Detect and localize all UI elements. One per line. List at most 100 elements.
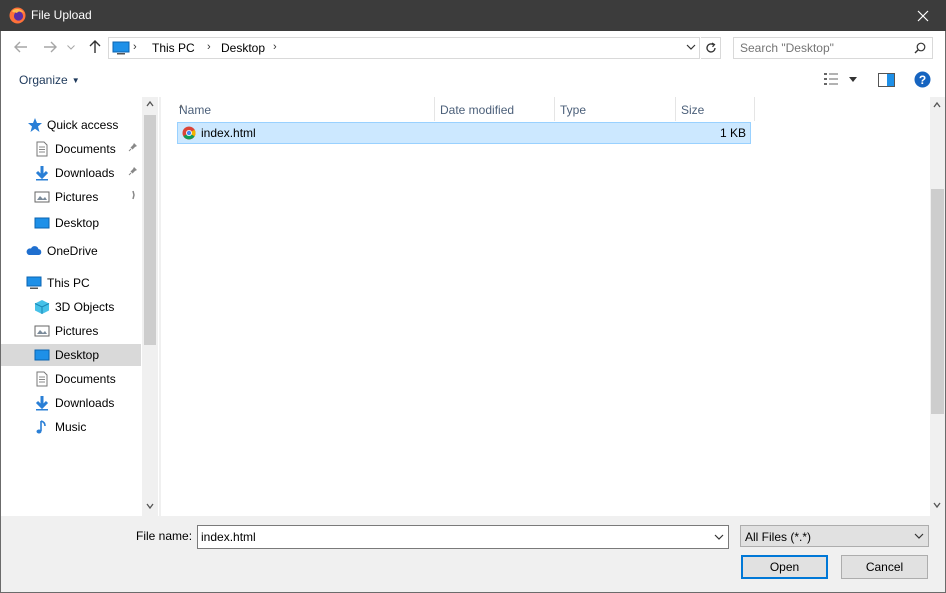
address-row: › This PC › Desktop › <box>1 31 945 64</box>
recent-locations-button[interactable] <box>64 38 78 56</box>
firefox-icon <box>9 7 26 24</box>
download-arrow-icon <box>35 166 49 181</box>
view-dropdown-icon[interactable] <box>849 77 857 82</box>
svg-text:?: ? <box>919 73 926 87</box>
file-size: 1 KB <box>719 126 746 140</box>
nav-item-downloads[interactable]: Downloads <box>1 392 141 414</box>
scroll-up-icon[interactable] <box>146 100 154 108</box>
refresh-button[interactable] <box>701 37 721 59</box>
star-icon <box>28 118 42 132</box>
pictures-icon <box>34 325 50 337</box>
column-header-size[interactable]: Size <box>676 97 755 121</box>
column-label: Type <box>560 103 587 117</box>
scroll-thumb[interactable] <box>144 115 156 345</box>
help-icon[interactable]: ? <box>914 71 931 88</box>
nav-item-downloads[interactable]: Downloads <box>1 162 141 184</box>
column-label: Date modified <box>440 103 515 117</box>
column-header-type[interactable]: Type <box>555 97 676 121</box>
forward-arrow-icon <box>44 41 57 53</box>
nav-item-music[interactable]: Music <box>1 416 141 438</box>
nav-item-pictures[interactable]: Pictures <box>1 320 141 342</box>
organize-label: Organize <box>19 73 68 87</box>
nav-item-onedrive[interactable]: OneDrive <box>1 240 141 262</box>
scroll-up-icon[interactable] <box>933 101 941 109</box>
dialog-footer: File name: All Files (*.*) Open Cancel <box>1 516 945 592</box>
back-arrow-icon <box>14 41 27 53</box>
file-name-combobox[interactable] <box>197 525 729 549</box>
desktop-icon <box>34 217 50 229</box>
file-name: index.html <box>201 126 256 140</box>
nav-item-documents[interactable]: Documents <box>1 138 141 160</box>
close-icon <box>917 10 929 21</box>
back-button[interactable] <box>12 38 30 56</box>
search-box[interactable] <box>733 37 933 59</box>
nav-item-pictures[interactable]: Pictures <box>1 186 141 208</box>
chevron-down-icon[interactable] <box>686 42 696 52</box>
document-icon <box>36 141 48 157</box>
nav-label: Quick access <box>47 118 119 132</box>
computer-icon <box>112 41 130 55</box>
breadcrumb-separator: › <box>207 41 211 53</box>
nav-label: Downloads <box>55 396 115 410</box>
nav-label: Desktop <box>55 216 100 230</box>
download-arrow-icon <box>35 396 49 411</box>
address-bar[interactable]: › This PC › Desktop › <box>108 37 700 59</box>
chevron-down-icon[interactable] <box>714 532 724 542</box>
column-header-name[interactable]: Name ^ <box>174 97 435 121</box>
cancel-button[interactable]: Cancel <box>841 555 928 579</box>
breadcrumb-separator: › <box>273 41 277 53</box>
nav-label: Pictures <box>55 190 99 204</box>
nav-label: Desktop <box>55 348 100 362</box>
column-label: Size <box>681 103 705 117</box>
close-button[interactable] <box>900 0 946 31</box>
search-input[interactable] <box>740 41 910 55</box>
file-type-value: All Files (*.*) <box>745 530 812 544</box>
nav-label: OneDrive <box>47 244 98 258</box>
chevron-down-icon <box>914 533 924 539</box>
breadcrumb-separator: › <box>133 41 137 53</box>
nav-item-documents[interactable]: Documents <box>1 368 141 390</box>
nav-item-desktop-selected[interactable]: Desktop <box>1 344 141 366</box>
nav-label: Downloads <box>55 166 115 180</box>
sort-ascending-icon: ^ <box>179 103 184 113</box>
chrome-icon <box>182 126 196 140</box>
desktop-icon <box>34 349 50 361</box>
scroll-thumb[interactable] <box>931 189 944 414</box>
file-name-input[interactable] <box>201 530 701 544</box>
file-type-select[interactable]: All Files (*.*) <box>740 525 929 547</box>
nav-label: Music <box>55 420 87 434</box>
breadcrumb-desktop[interactable]: Desktop <box>221 41 265 55</box>
scroll-down-icon[interactable] <box>933 501 941 509</box>
nav-scrollbar[interactable] <box>142 97 158 516</box>
music-note-icon <box>36 420 46 434</box>
preview-pane-icon[interactable] <box>878 73 895 87</box>
view-options-icon[interactable] <box>823 72 841 86</box>
nav-label: Documents <box>55 372 116 386</box>
nav-item-quick-access[interactable]: Quick access <box>1 114 141 136</box>
nav-item-this-pc[interactable]: This PC <box>1 272 141 294</box>
search-icon <box>914 42 926 54</box>
nav-label: This PC <box>47 276 90 290</box>
refresh-icon <box>705 42 716 53</box>
window-title: File Upload <box>31 8 92 22</box>
title-bar: File Upload <box>0 0 946 31</box>
chevron-down-icon <box>67 44 75 50</box>
pictures-icon <box>34 191 50 203</box>
nav-item-desktop[interactable]: Desktop <box>1 212 141 234</box>
breadcrumb-this-pc[interactable]: This PC <box>152 41 195 55</box>
column-header-date-modified[interactable]: Date modified <box>435 97 555 121</box>
file-list: Name ^ Date modified Type Size index.htm… <box>160 97 930 516</box>
scroll-down-icon[interactable] <box>146 502 154 510</box>
pin-icon <box>132 190 135 200</box>
organize-button[interactable]: Organize ▼ <box>19 73 80 87</box>
file-row[interactable]: index.html 1 KB <box>177 122 751 144</box>
cube-icon <box>34 300 50 314</box>
file-list-scrollbar[interactable] <box>930 97 945 516</box>
forward-button[interactable] <box>41 38 59 56</box>
command-bar: Organize ▼ ? <box>1 64 945 97</box>
open-button[interactable]: Open <box>741 555 828 579</box>
nav-item-3d-objects[interactable]: 3D Objects <box>1 296 141 318</box>
document-icon <box>36 371 48 387</box>
up-button[interactable] <box>86 38 104 56</box>
navigation-pane: Quick access Documents Downloads Picture… <box>1 97 159 516</box>
